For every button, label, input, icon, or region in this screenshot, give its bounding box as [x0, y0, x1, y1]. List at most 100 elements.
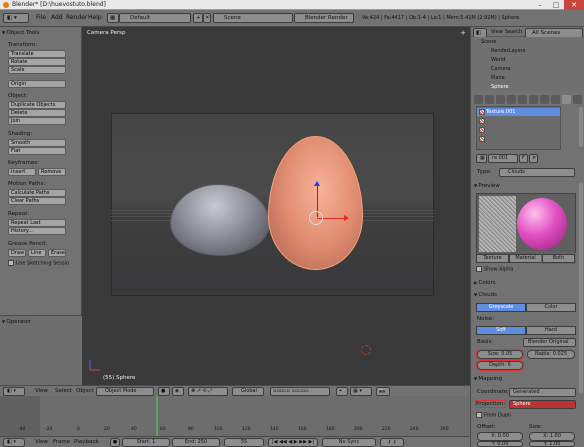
grey-egg-object[interactable]	[170, 184, 270, 256]
preview-panel-header[interactable]: Preview	[474, 183, 499, 189]
nabla-field[interactable]: Nabla: 0.025	[527, 350, 575, 359]
physics-tab-icon[interactable]	[573, 95, 582, 104]
menu-add[interactable]: Add	[51, 14, 63, 21]
flat-button[interactable]: Flat	[8, 147, 66, 155]
start-frame-field[interactable]: Start: 1	[122, 438, 170, 447]
editor-type-selector[interactable]: ◧ ▾	[3, 13, 29, 23]
outliner-item-plane[interactable]: Plane	[491, 75, 505, 81]
line-button[interactable]: Line	[28, 249, 46, 257]
draw-button[interactable]: Draw	[8, 249, 26, 257]
scene-field[interactable]: Scene	[213, 13, 293, 23]
material-tab-icon[interactable]	[551, 95, 560, 104]
3d-viewport[interactable]: Camera Persp + (55) Sphere	[82, 27, 470, 385]
screen-layout-field[interactable]: Default	[119, 13, 191, 23]
join-button[interactable]: Join	[8, 117, 66, 125]
noise-depth-field[interactable]: Depth: 6	[476, 360, 524, 371]
fake-user-button[interactable]: F	[519, 154, 528, 163]
scale-button[interactable]: Scale	[8, 66, 66, 74]
use-sketching-sessions-checkbox[interactable]: Use Sketching Sessio	[8, 260, 69, 267]
render-engine-select[interactable]: Blender Render	[294, 13, 354, 23]
gizmo-z-arrow-icon[interactable]	[314, 181, 320, 186]
menu-render[interactable]: Render	[66, 14, 87, 21]
world-tab-icon[interactable]	[496, 95, 505, 104]
soft-noise-toggle[interactable]: Soft	[476, 326, 526, 335]
unlink-texture-button[interactable]: ✕	[529, 154, 538, 163]
color-toggle[interactable]: Color	[526, 303, 576, 312]
texture-name-field[interactable]: re.001	[488, 154, 518, 163]
menu-frame[interactable]: Frame	[53, 439, 70, 445]
preview-material-tab[interactable]: Material	[509, 254, 542, 263]
menu-playback[interactable]: Playback	[74, 439, 99, 445]
rotate-button[interactable]: Rotate	[8, 58, 66, 66]
scene-tab-icon[interactable]	[485, 95, 494, 104]
insert-keyframe-button[interactable]: Insert	[8, 168, 36, 176]
data-tab-icon[interactable]	[540, 95, 549, 104]
greyscale-toggle[interactable]: Greyscale	[476, 303, 526, 312]
screen-layout-icon[interactable]: ▦	[107, 13, 119, 23]
size-x-field[interactable]: X: 1.00	[529, 432, 575, 441]
maximize-button[interactable]: □	[548, 0, 564, 10]
menu-view[interactable]: View	[35, 439, 48, 445]
preview-texture-tab[interactable]: Texture	[476, 254, 509, 263]
operator-panel-title[interactable]: Operator	[2, 319, 31, 325]
render-preview-button[interactable]: 📷	[376, 387, 390, 396]
mapping-projection-select[interactable]: Sphere	[509, 400, 576, 409]
outliner-item-renderlayers[interactable]: RenderLayers	[491, 48, 525, 54]
snap-toggle[interactable]: ⌖	[336, 387, 348, 396]
texture-slot-empty[interactable]	[477, 126, 560, 134]
viewport-expand-icon[interactable]: +	[460, 29, 466, 37]
current-frame-field[interactable]: 55	[224, 438, 264, 447]
screen-remove-button[interactable]: ✕	[203, 13, 211, 23]
noise-basis-select[interactable]: Blender Original	[523, 338, 576, 347]
colors-panel-header[interactable]: Colors	[474, 280, 495, 286]
texture-slot-list[interactable]: Texture.001	[476, 106, 561, 150]
mapping-coordinates-select[interactable]: Generated	[509, 388, 576, 397]
slot-list-scrollbar[interactable]	[579, 107, 583, 147]
layer-buttons[interactable]: ▫▫▫▫▫ ▫▫▫▫▫	[270, 387, 330, 396]
outliner-item-sphere[interactable]: Sphere	[491, 84, 509, 90]
delete-button[interactable]: Delete	[8, 109, 66, 117]
texture-type-select[interactable]: Clouds	[499, 168, 575, 177]
texture-tab-icon[interactable]	[562, 95, 571, 104]
outliner-item-world[interactable]: World	[491, 57, 505, 63]
calculate-paths-button[interactable]: Calculate Paths	[8, 189, 66, 197]
gizmo-center-circle[interactable]	[309, 211, 323, 225]
translate-button[interactable]: Translate	[8, 50, 66, 58]
texture-slot[interactable]: Texture.001	[477, 108, 560, 116]
record-button[interactable]: ●	[110, 438, 120, 447]
offset-y-field[interactable]: Y: 0.00	[477, 441, 523, 447]
timeline[interactable]: -40 -20 0 20 40 60 80 100 120 140 160 18…	[0, 396, 470, 436]
duplicate-objects-button[interactable]: Duplicate Objects	[8, 101, 66, 109]
sync-mode-select[interactable]: No Sync	[322, 438, 376, 447]
menu-select[interactable]: Select	[55, 388, 72, 394]
offset-x-field[interactable]: X: 0.00	[477, 432, 523, 441]
manipulator-toggles[interactable]: ✥ ↗ ⟲ ⤢	[188, 387, 228, 396]
menu-help[interactable]: Help	[88, 14, 102, 21]
gizmo-x-arrow-icon[interactable]	[344, 215, 349, 221]
menu-search[interactable]: Search	[505, 29, 522, 35]
current-frame-indicator[interactable]	[156, 396, 158, 436]
clear-paths-button[interactable]: Clear Paths	[8, 197, 66, 205]
checkbox-box[interactable]	[8, 260, 14, 266]
modifiers-tab-icon[interactable]	[529, 95, 538, 104]
render-tab-icon[interactable]	[474, 95, 483, 104]
checkbox-box[interactable]	[476, 266, 482, 272]
properties-scrollbar[interactable]	[579, 183, 583, 393]
constraints-tab-icon[interactable]	[518, 95, 527, 104]
end-frame-field[interactable]: End: 250	[172, 438, 220, 447]
clouds-panel-header[interactable]: Clouds	[474, 292, 497, 298]
origin-button[interactable]: Origin	[8, 80, 66, 88]
editor-type-selector[interactable]: ◧ ▾	[3, 438, 25, 447]
hard-noise-toggle[interactable]: Hard	[526, 326, 576, 335]
editor-type-selector[interactable]: ◧ ▾	[3, 387, 25, 396]
object-tab-icon[interactable]	[507, 95, 516, 104]
show-alpha-checkbox[interactable]: Show Alpha	[476, 266, 513, 273]
outliner-item-scene[interactable]: Scene	[481, 39, 496, 45]
snap-element-select[interactable]: ▦ ▾	[350, 387, 372, 396]
noise-size-field[interactable]: Size: 0.05	[476, 349, 524, 360]
texture-browse-button[interactable]: ▦	[476, 154, 487, 163]
minimize-button[interactable]: –	[532, 0, 548, 10]
remove-keyframe-button[interactable]: Remove	[38, 168, 66, 176]
close-button[interactable]: ✕	[564, 0, 584, 10]
tool-shelf-title[interactable]: Object Tools	[2, 30, 39, 36]
